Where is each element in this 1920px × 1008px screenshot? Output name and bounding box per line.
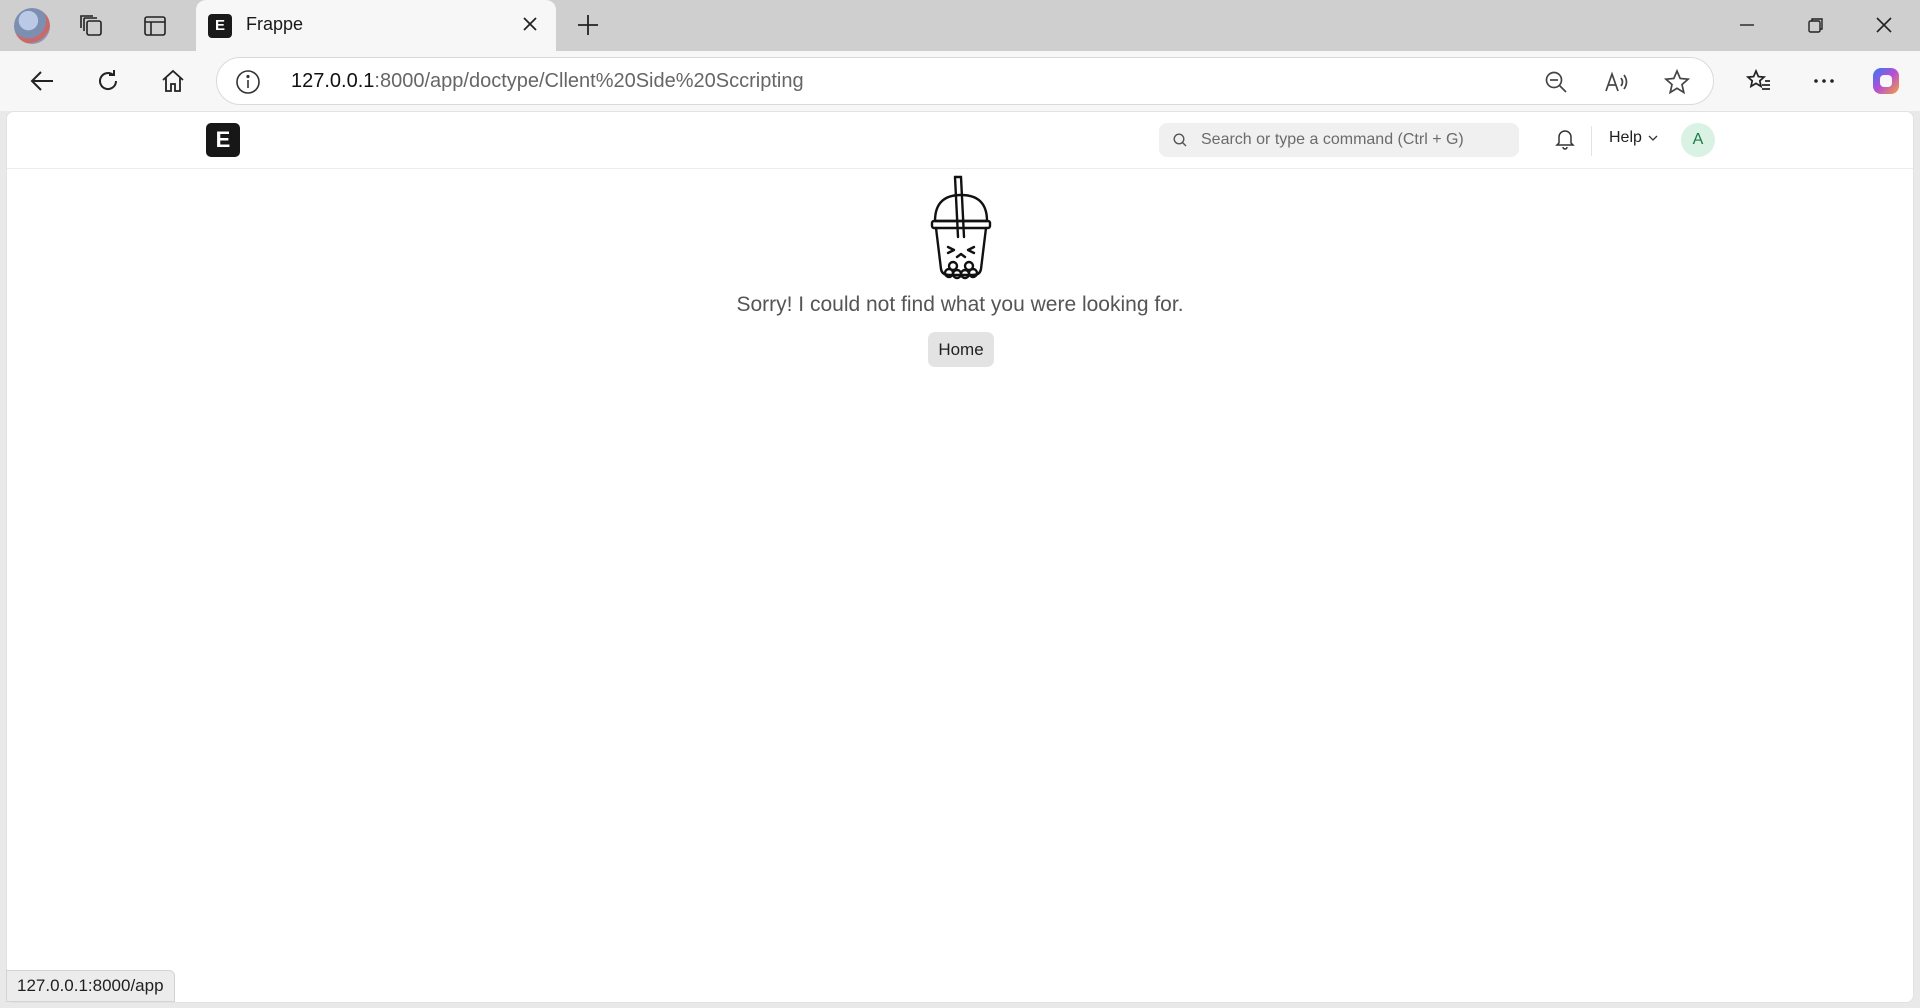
new-tab-icon[interactable] bbox=[570, 7, 606, 43]
back-arrow-icon[interactable] bbox=[24, 63, 60, 99]
url-path: :8000/app/doctype/Cllent%20Side%20Sccrip… bbox=[374, 70, 804, 92]
favorites-icon[interactable] bbox=[1741, 63, 1777, 99]
help-label: Help bbox=[1609, 129, 1642, 146]
home-button[interactable]: Home bbox=[928, 332, 994, 367]
boba-cup-illustration bbox=[930, 175, 992, 280]
page-viewport: E Help A Sorry! I could not find what yo… bbox=[6, 111, 1914, 1003]
restore-icon[interactable] bbox=[1798, 7, 1834, 43]
search-input[interactable] bbox=[1201, 123, 1501, 157]
chevron-down-icon bbox=[1648, 135, 1658, 141]
home-icon[interactable] bbox=[155, 63, 191, 99]
browser-tab-active[interactable]: E Frappe bbox=[196, 0, 556, 51]
awesome-bar[interactable] bbox=[1159, 123, 1519, 157]
site-info-icon[interactable] bbox=[235, 69, 261, 95]
url-text[interactable]: 127.0.0.1:8000/app/doctype/Cllent%20Side… bbox=[291, 70, 804, 93]
app-logo[interactable]: E bbox=[206, 123, 240, 157]
more-options-icon[interactable] bbox=[1806, 63, 1842, 99]
copilot-icon[interactable] bbox=[1868, 63, 1904, 99]
url-host: 127.0.0.1 bbox=[291, 70, 375, 92]
vertical-tabs-icon[interactable] bbox=[137, 8, 173, 44]
search-icon bbox=[1173, 133, 1187, 147]
browser-tab-strip: E Frappe bbox=[0, 0, 1920, 51]
zoom-out-icon[interactable] bbox=[1542, 68, 1570, 96]
read-aloud-icon[interactable] bbox=[1603, 68, 1631, 96]
navbar-divider bbox=[1591, 126, 1592, 156]
refresh-icon[interactable] bbox=[90, 63, 126, 99]
address-bar[interactable]: 127.0.0.1:8000/app/doctype/Cllent%20Side… bbox=[216, 57, 1714, 105]
status-bar-link-preview: 127.0.0.1:8000/app bbox=[6, 970, 175, 1002]
not-found-message: Sorry! I could not find what you were lo… bbox=[736, 293, 1184, 316]
close-tab-icon[interactable] bbox=[518, 12, 542, 36]
close-window-icon[interactable] bbox=[1866, 7, 1902, 43]
favorite-star-icon[interactable] bbox=[1663, 68, 1691, 96]
workspaces-icon[interactable] bbox=[74, 8, 110, 44]
browser-toolbar: 127.0.0.1:8000/app/doctype/Cllent%20Side… bbox=[0, 51, 1920, 111]
minimize-icon[interactable] bbox=[1729, 7, 1765, 43]
notification-bell-icon[interactable] bbox=[1555, 128, 1575, 155]
help-dropdown[interactable]: Help bbox=[1609, 129, 1658, 147]
app-navbar: E Help A bbox=[7, 112, 1913, 169]
frappe-favicon-icon: E bbox=[208, 14, 232, 38]
tab-title: Frappe bbox=[246, 14, 304, 34]
profile-avatar[interactable] bbox=[14, 8, 50, 44]
user-avatar[interactable]: A bbox=[1681, 123, 1715, 157]
